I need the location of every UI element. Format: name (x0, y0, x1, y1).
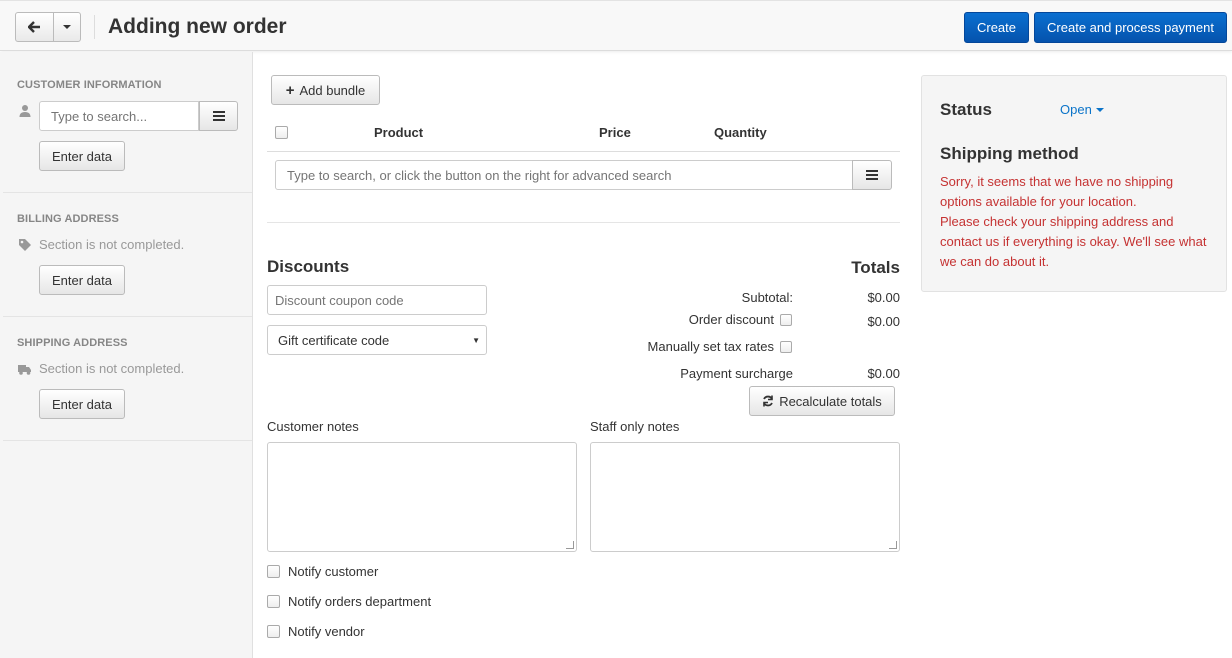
notify-vendor-label: Notify vendor (288, 624, 365, 639)
nav-button-group (15, 12, 81, 42)
billing-address-section: BILLING ADDRESS Section is not completed… (3, 194, 252, 317)
menu-icon (212, 111, 225, 121)
order-discount-value: $0.00 (867, 314, 900, 329)
product-advanced-search-button[interactable] (852, 160, 892, 190)
notify-customer-label: Notify customer (288, 564, 379, 579)
truck-icon (18, 365, 31, 375)
product-column-header: Product (374, 125, 424, 140)
notify-vendor-checkbox[interactable] (267, 625, 280, 638)
arrow-left-icon (28, 21, 40, 33)
shipping-address-section: SHIPPING ADDRESS Section is not complete… (3, 318, 252, 441)
customer-notes-label: Customer notes (267, 419, 359, 434)
status-dropdown[interactable]: Open (1060, 102, 1104, 117)
notify-orders-checkbox[interactable] (267, 595, 280, 608)
gift-certificate-select[interactable]: Gift certificate code ▼ (267, 325, 487, 355)
shipping-status-note: Section is not completed. (39, 361, 185, 376)
shipping-method-heading: Shipping method (940, 144, 1079, 163)
shipping-error-line-2: Please check your shipping address and c… (940, 214, 1207, 269)
create-button[interactable]: Create (964, 12, 1029, 43)
notify-vendor-option[interactable]: Notify vendor (267, 624, 365, 639)
shipping-enter-data-button[interactable]: Enter data (39, 389, 125, 419)
section-divider (267, 222, 900, 223)
customer-search-input[interactable] (39, 101, 199, 131)
nav-dropdown-button[interactable] (53, 13, 80, 41)
sidebar: CUSTOMER INFORMATION Enter data BILLING … (0, 52, 253, 658)
notify-orders-label: Notify orders department (288, 594, 432, 609)
customer-information-heading: CUSTOMER INFORMATION (17, 79, 162, 91)
status-label: Status (940, 100, 992, 119)
user-icon (19, 105, 31, 117)
top-bar: Adding new order Create Create and proce… (0, 0, 1232, 51)
select-all-checkbox[interactable] (275, 126, 288, 139)
notify-customer-option[interactable]: Notify customer (267, 564, 378, 579)
manual-tax-label: Manually set tax rates (647, 339, 774, 354)
shipping-error-line-1: Sorry, it seems that we have no shipping… (940, 174, 1174, 209)
header-divider (94, 15, 95, 39)
subtotal-label: Subtotal: (741, 290, 793, 305)
resize-grip-icon[interactable] (566, 541, 574, 549)
add-bundle-label: Add bundle (299, 82, 366, 98)
product-search-input[interactable] (275, 160, 853, 190)
billing-address-heading: BILLING ADDRESS (17, 213, 119, 225)
back-button[interactable] (16, 13, 53, 41)
order-main-panel: + Add bundle Product Price Quantity Disc… (267, 52, 900, 658)
payment-surcharge-label: Payment surcharge (680, 366, 793, 381)
select-arrow-icon: ▼ (472, 336, 480, 345)
quantity-column-header: Quantity (714, 125, 767, 140)
notify-orders-option[interactable]: Notify orders department (267, 594, 431, 609)
gift-certificate-select-value: Gift certificate code (278, 332, 390, 348)
staff-notes-textarea[interactable] (590, 442, 900, 552)
shipping-address-heading: SHIPPING ADDRESS (17, 337, 128, 349)
resize-grip-icon[interactable] (889, 541, 897, 549)
discount-coupon-input[interactable] (267, 285, 487, 315)
products-table-header: Product Price Quantity (267, 116, 900, 152)
caret-down-icon (1095, 107, 1104, 112)
status-panel: Status Open Shipping method Sorry, it se… (921, 75, 1227, 292)
billing-status-note: Section is not completed. (39, 237, 185, 252)
payment-surcharge-value: $0.00 (867, 366, 900, 381)
recalculate-totals-label: Recalculate totals (779, 393, 882, 409)
customer-notes-textarea[interactable] (267, 442, 577, 552)
shipping-error-message: Sorry, it seems that we have no shipping… (940, 172, 1210, 272)
billing-enter-data-button[interactable]: Enter data (39, 265, 125, 295)
customer-advanced-search-button[interactable] (199, 101, 238, 131)
add-bundle-button[interactable]: + Add bundle (271, 75, 380, 105)
recalculate-totals-button[interactable]: Recalculate totals (749, 386, 895, 416)
staff-notes-label: Staff only notes (590, 419, 680, 434)
notify-customer-checkbox[interactable] (267, 565, 280, 578)
tag-icon (19, 239, 31, 251)
customer-enter-data-button[interactable]: Enter data (39, 141, 125, 171)
order-discount-label: Order discount (688, 312, 774, 327)
plus-icon: + (285, 81, 295, 99)
menu-icon (866, 170, 878, 180)
price-column-header: Price (599, 125, 631, 140)
totals-heading: Totals (851, 258, 900, 277)
caret-down-icon (63, 25, 71, 29)
customer-information-section: CUSTOMER INFORMATION Enter data (3, 52, 252, 193)
discounts-heading: Discounts (267, 257, 350, 276)
subtotal-value: $0.00 (867, 290, 900, 305)
page-title: Adding new order (108, 15, 287, 38)
manual-tax-checkbox[interactable] (780, 341, 792, 353)
order-discount-checkbox[interactable] (780, 314, 792, 326)
create-and-process-payment-button[interactable]: Create and process payment (1034, 12, 1227, 43)
refresh-icon (763, 395, 773, 407)
status-value: Open (1060, 102, 1092, 117)
